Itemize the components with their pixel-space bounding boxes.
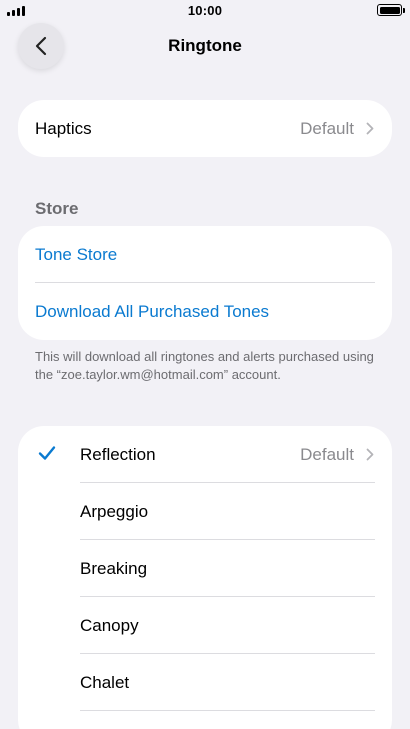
download-purchased-row[interactable]: Download All Purchased Tones [18,283,392,340]
haptics-label: Haptics [35,118,92,138]
store-card: Tone Store Download All Purchased Tones [18,226,392,340]
tone-row-arpeggio[interactable]: Arpeggio [18,483,392,540]
tone-default-value: Default [300,444,354,464]
tone-label: Breaking [80,558,148,578]
store-footnote: This will download all ringtones and ale… [35,349,374,382]
haptics-card: Haptics Default [18,100,392,157]
battery-icon [377,4,405,16]
tone-row-chalet[interactable]: Chalet [18,654,392,711]
tone-store-link[interactable]: Tone Store [35,245,117,265]
tone-label: Canopy [80,615,139,635]
haptics-row[interactable]: Haptics Default [18,100,392,157]
tone-label: Reflection [80,444,156,464]
tones-card: Reflection Default Arpeggio Breaking Can… [18,426,392,729]
status-bar: 10:00 [0,0,410,22]
tone-row-breaking[interactable]: Breaking [18,540,392,597]
ringtone-screen: 10:00 Ringtone Haptics Default Store Ton… [0,0,410,729]
tone-label: Chalet [80,672,130,692]
checkmark-icon [38,446,56,460]
tone-store-row[interactable]: Tone Store [18,226,392,283]
status-time: 10:00 [187,3,223,18]
tone-row-reflection[interactable]: Reflection Default [18,426,392,483]
divider [80,710,375,711]
download-all-purchased-tones-link[interactable]: Download All Purchased Tones [35,302,269,322]
chevron-right-icon [366,448,374,461]
haptics-value: Default [300,118,354,138]
tone-label: Arpeggio [80,501,149,521]
page-title: Ringtone [168,36,242,55]
chevron-right-icon [366,122,374,135]
tone-row-canopy[interactable]: Canopy [18,597,392,654]
store-section-header: Store [35,199,79,218]
